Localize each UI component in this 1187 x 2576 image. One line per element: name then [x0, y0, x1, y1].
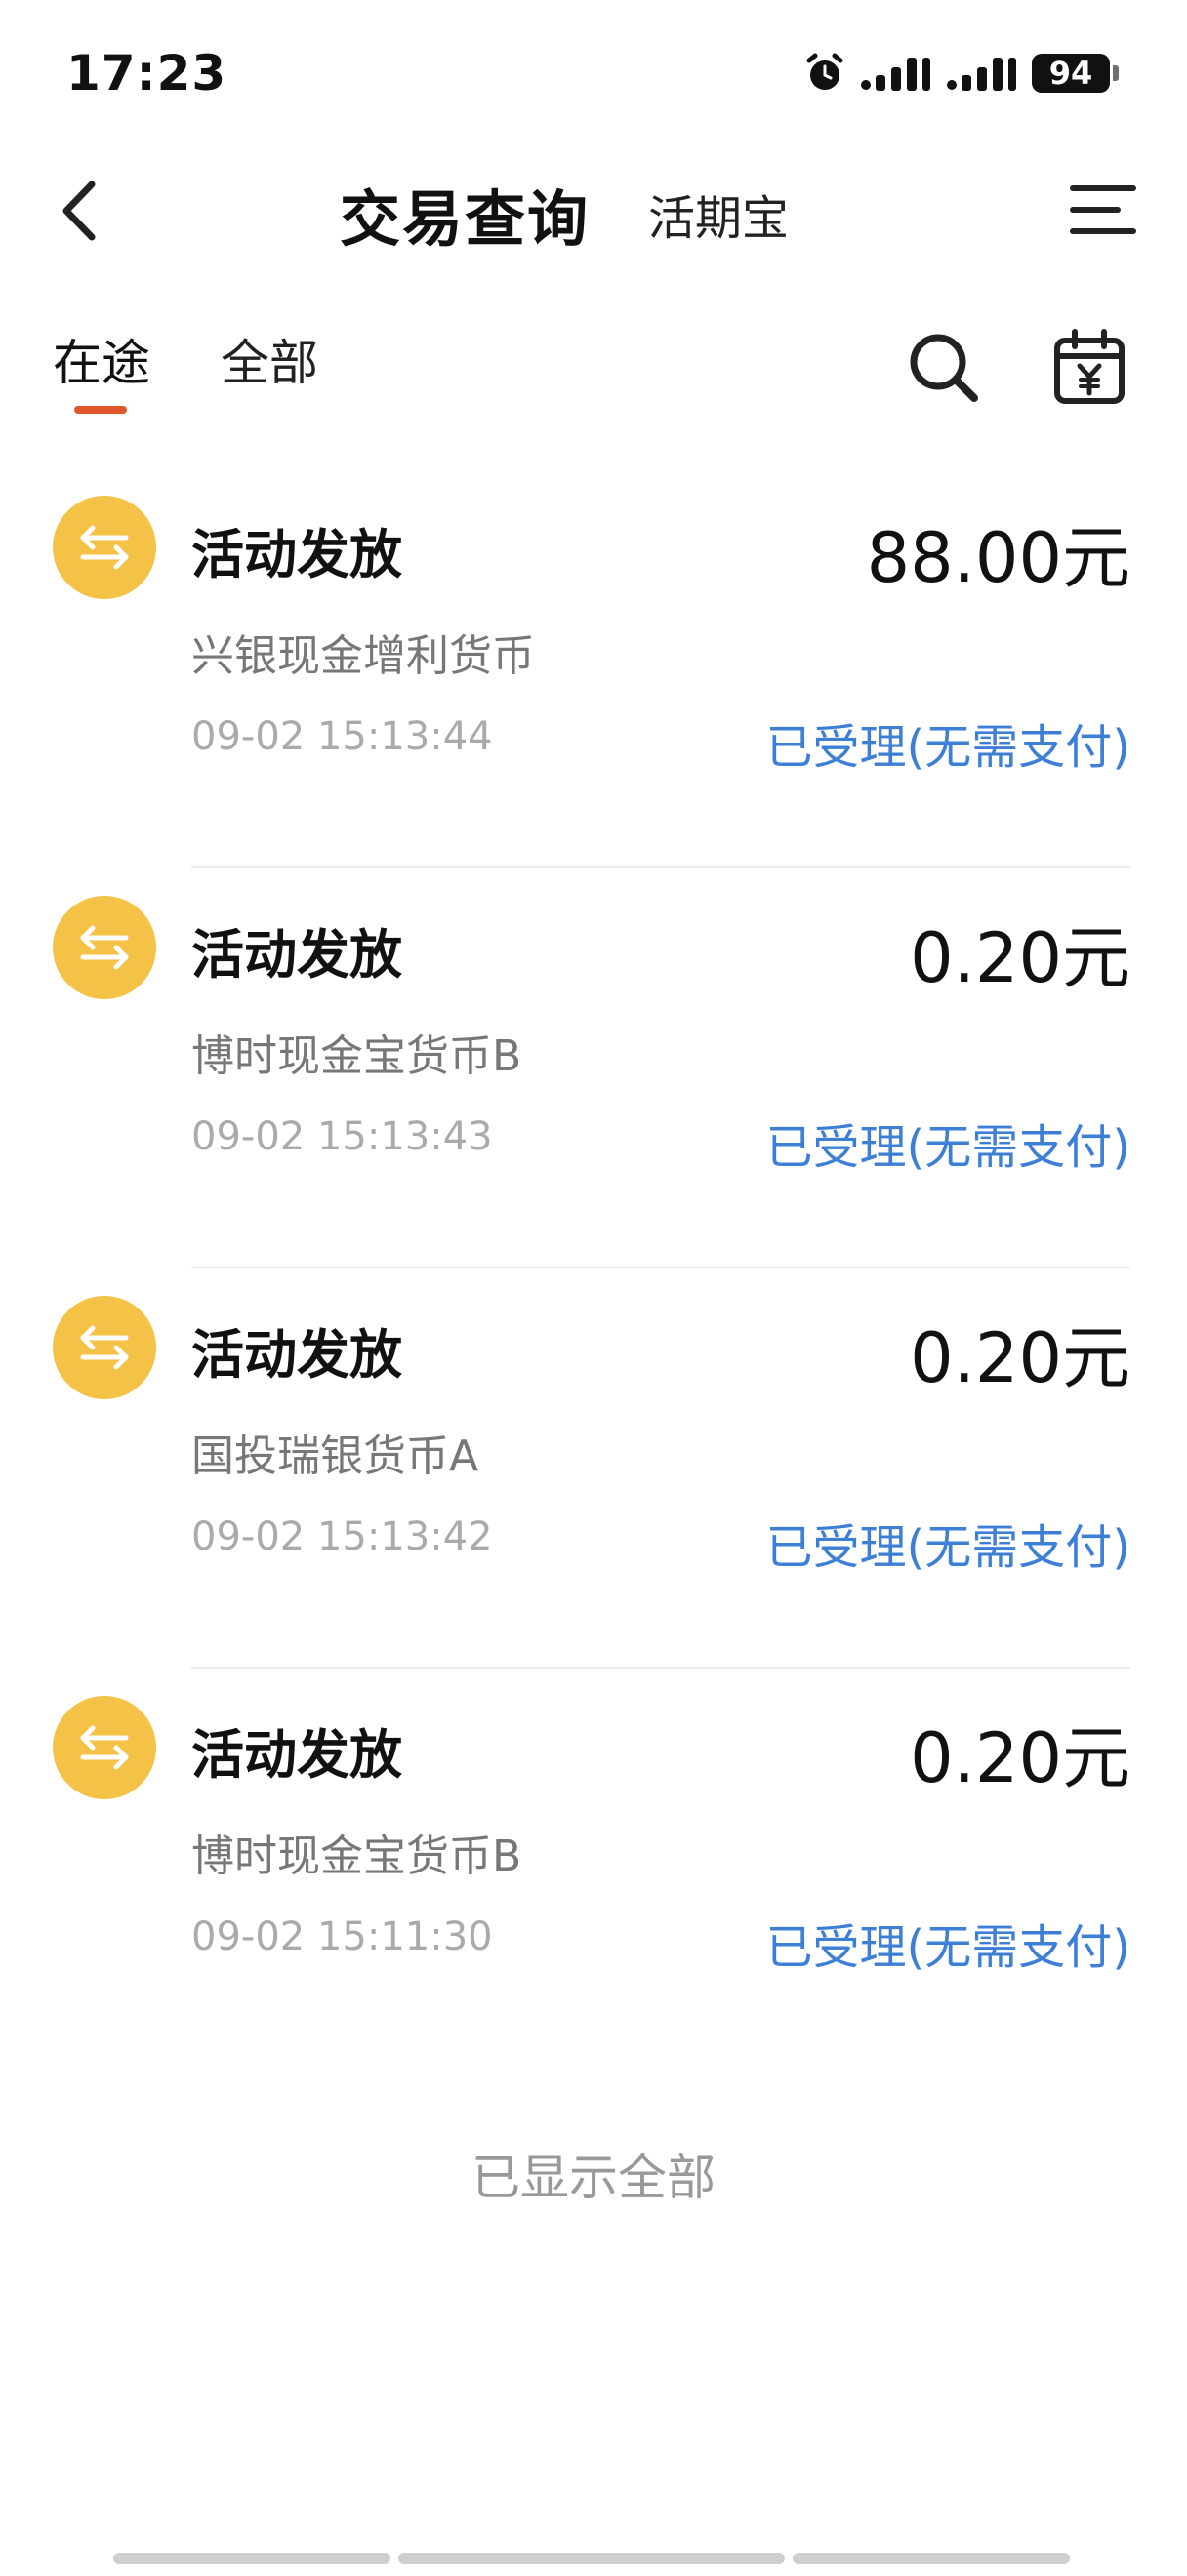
- alarm-icon: [803, 52, 846, 95]
- calendar-yuan-icon: [1054, 329, 1125, 404]
- transaction-amount: 0.20元: [910, 1318, 1130, 1398]
- signal-icon-2: [946, 54, 1018, 93]
- nav-gesture-bar-left: [113, 2553, 390, 2564]
- transaction-item[interactable]: 活动发放 88.00元 兴银现金增利货币 09-02 15:13:44 已受理(…: [0, 468, 1187, 868]
- menu-button[interactable]: [1066, 176, 1140, 244]
- chevron-left-icon: [62, 181, 96, 241]
- search-icon: [910, 334, 978, 402]
- transaction-title: 活动发放: [191, 1724, 402, 1786]
- nav-gesture-bar-center[interactable]: [398, 2553, 785, 2564]
- transaction-amount: 88.00元: [866, 518, 1130, 598]
- transaction-fund: 博时现金宝货币B: [191, 1831, 522, 1881]
- nav-gesture-bar-right: [793, 2553, 1070, 2564]
- tab-all[interactable]: 全部: [221, 324, 318, 394]
- transaction-time: 09-02 15:13:42: [191, 1514, 493, 1559]
- page-subtitle: 活期宝: [648, 191, 790, 246]
- transaction-title: 活动发放: [191, 524, 402, 585]
- header: 交易查询 活期宝: [0, 146, 1187, 273]
- transaction-item[interactable]: 活动发放 0.20元 博时现金宝货币B 09-02 15:13:43 已受理(无…: [0, 868, 1187, 1268]
- transfer-icon: [53, 896, 156, 999]
- tab-bar: 在途 全部: [0, 312, 1187, 429]
- status-time: 17:23: [66, 45, 227, 101]
- transaction-title: 活动发放: [191, 1324, 402, 1386]
- status-icons: 94: [803, 49, 1119, 98]
- transaction-time: 09-02 15:13:44: [191, 714, 493, 759]
- transaction-status: 已受理(无需支付): [765, 720, 1130, 775]
- transaction-amount: 0.20元: [910, 1718, 1130, 1798]
- transaction-status: 已受理(无需支付): [765, 1920, 1130, 1975]
- transaction-fund: 博时现金宝货币B: [191, 1031, 522, 1081]
- transfer-icon: [53, 496, 156, 599]
- calendar-button[interactable]: [1050, 326, 1128, 408]
- end-of-list-note: 已显示全部: [471, 2150, 716, 2206]
- transaction-list: 活动发放 88.00元 兴银现金增利货币 09-02 15:13:44 已受理(…: [0, 468, 1187, 2069]
- battery-level: 94: [1032, 54, 1110, 93]
- search-button[interactable]: [904, 328, 982, 406]
- transfer-icon: [53, 1696, 156, 1799]
- transaction-status: 已受理(无需支付): [765, 1520, 1130, 1575]
- transfer-icon: [53, 1296, 156, 1399]
- transaction-fund: 国投瑞银货币A: [191, 1431, 479, 1481]
- battery-icon: 94: [1032, 54, 1119, 93]
- transaction-title: 活动发放: [191, 924, 402, 986]
- page-title: 交易查询: [340, 183, 591, 255]
- transaction-time: 09-02 15:13:43: [191, 1114, 493, 1159]
- back-button[interactable]: [43, 174, 113, 248]
- status-bar: 17:23 94: [0, 0, 1187, 137]
- transaction-item[interactable]: 活动发放 0.20元 国投瑞银货币A 09-02 15:13:42 已受理(无需…: [0, 1268, 1187, 1669]
- tab-active-indicator: [74, 406, 127, 414]
- signal-icon-1: [860, 54, 932, 93]
- tab-in-transit[interactable]: 在途: [53, 324, 150, 394]
- transaction-time: 09-02 15:11:30: [191, 1914, 493, 1959]
- transaction-item[interactable]: 活动发放 0.20元 博时现金宝货币B 09-02 15:11:30 已受理(无…: [0, 1669, 1187, 2069]
- transaction-amount: 0.20元: [910, 918, 1130, 998]
- battery-cap: [1113, 65, 1119, 81]
- transaction-fund: 兴银现金增利货币: [191, 631, 535, 681]
- menu-icon: [1070, 185, 1136, 234]
- transaction-status: 已受理(无需支付): [765, 1120, 1130, 1175]
